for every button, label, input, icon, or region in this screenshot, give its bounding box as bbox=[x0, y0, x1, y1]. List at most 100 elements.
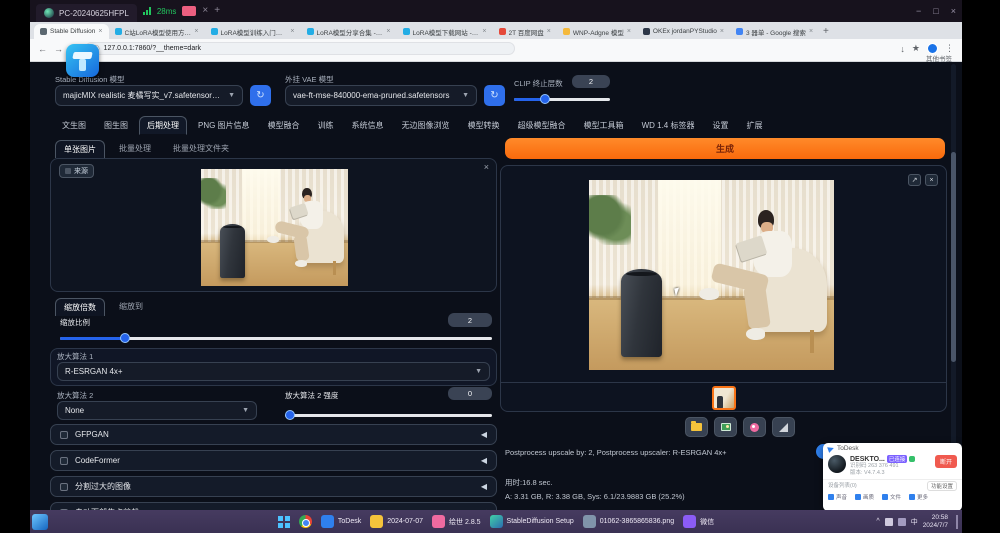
tab-system-info[interactable]: 系统信息 bbox=[345, 117, 391, 134]
browser-tab[interactable]: WNP-Adgne 模型× bbox=[557, 24, 637, 39]
browser-tab[interactable]: 3 器单 - Google 搜索× bbox=[730, 24, 819, 39]
window-maximize-button[interactable]: □ bbox=[933, 6, 938, 16]
taskbar-item-todesk[interactable]: ToDesk bbox=[321, 515, 361, 528]
tray-icon[interactable] bbox=[885, 518, 893, 526]
save-image-button[interactable] bbox=[714, 417, 737, 437]
taskbar-item-folder[interactable]: 2024-07-07 bbox=[370, 515, 423, 528]
upscaler2-strength-slider[interactable] bbox=[285, 414, 492, 417]
settings-button[interactable]: 功能设置 bbox=[927, 481, 957, 491]
disconnect-button[interactable]: 断开 bbox=[935, 455, 957, 468]
tab-close-icon[interactable]: × bbox=[98, 28, 102, 35]
tab-model-converter[interactable]: 模型转换 bbox=[461, 117, 507, 134]
tab-txt2img[interactable]: 文生图 bbox=[55, 117, 93, 134]
taskbar-item-wechat[interactable]: 微信 bbox=[683, 515, 714, 528]
taskbar-item-png-file[interactable]: 01062-3865865836.png bbox=[583, 515, 674, 528]
tab-close-icon[interactable]: × bbox=[290, 28, 294, 35]
back-icon[interactable]: ← bbox=[38, 44, 47, 54]
send-to-img2img-button[interactable] bbox=[743, 417, 766, 437]
tab-close-icon[interactable]: × bbox=[809, 28, 813, 35]
slider-knob[interactable] bbox=[120, 333, 130, 343]
subtab-batch-process[interactable]: 批量处理 bbox=[111, 140, 159, 158]
tab-scale-by[interactable]: 缩放倍数 bbox=[55, 298, 105, 316]
scale-value[interactable]: 2 bbox=[448, 313, 492, 327]
tab-checkpoint-merger[interactable]: 模型融合 bbox=[261, 117, 307, 134]
widgets-icon[interactable] bbox=[32, 514, 48, 530]
tab-super-merger[interactable]: 超级模型融合 bbox=[511, 117, 573, 134]
download-icon[interactable]: ↓ bbox=[900, 44, 905, 54]
tab-png-info[interactable]: PNG 图片信息 bbox=[191, 117, 257, 134]
subtab-single-image[interactable]: 单张图片 bbox=[55, 140, 105, 158]
call-icon[interactable] bbox=[909, 456, 915, 462]
tab-close-icon[interactable]: × bbox=[386, 28, 390, 35]
window-minimize-button[interactable]: − bbox=[916, 6, 921, 16]
quality-tool[interactable]: 画质 bbox=[855, 493, 874, 501]
clear-image-button[interactable]: × bbox=[484, 162, 489, 172]
tab-scale-to[interactable]: 缩放到 bbox=[111, 298, 151, 316]
new-tab-button[interactable]: + bbox=[823, 26, 829, 37]
result-image[interactable] bbox=[589, 180, 834, 370]
start-button[interactable] bbox=[278, 516, 283, 521]
vae-refresh-button[interactable]: ↻ bbox=[484, 85, 505, 106]
accordion-split-oversized[interactable]: 分割过大的图像 ◀ bbox=[50, 476, 497, 497]
sd-model-dropdown[interactable]: majicMIX realistic 麦橘写实_v7.safetensors [… bbox=[55, 85, 243, 106]
address-bar[interactable]: ⓘ 127.0.0.1:7860/?__theme=dark bbox=[85, 42, 515, 55]
scrollbar-thumb[interactable] bbox=[951, 152, 956, 362]
tab-extensions[interactable]: 扩展 bbox=[739, 117, 769, 134]
browser-tab[interactable]: 2T 百度网盘× bbox=[493, 24, 557, 39]
subtab-batch-folder[interactable]: 批量处理文件夹 bbox=[165, 140, 237, 158]
gallery-close-button[interactable]: × bbox=[925, 174, 938, 186]
source-image-preview[interactable] bbox=[201, 169, 348, 286]
accordion-auto-face-crop[interactable]: 自动面部焦点剪裁 ◀ bbox=[50, 502, 497, 510]
browser-tab-active[interactable]: Stable Diffusion × bbox=[34, 24, 109, 39]
generate-button[interactable]: 生成 bbox=[505, 138, 945, 159]
window-close-button[interactable]: × bbox=[951, 6, 956, 16]
clip-skip-slider[interactable] bbox=[514, 98, 610, 101]
open-output-folder-button[interactable] bbox=[685, 417, 708, 437]
more-tool[interactable]: 更多 bbox=[909, 493, 928, 501]
browser-tab[interactable]: OKEx jordanPYStudio× bbox=[637, 24, 730, 39]
show-desktop-sliver[interactable] bbox=[956, 515, 958, 529]
image-dropzone[interactable]: 来源 × bbox=[50, 158, 497, 292]
checkbox-icon[interactable] bbox=[60, 457, 68, 465]
file-transfer-tool[interactable]: 文件 bbox=[882, 493, 901, 501]
upscaler2-strength-value[interactable]: 0 bbox=[448, 387, 492, 400]
tray-expand-icon[interactable]: ^ bbox=[876, 518, 879, 525]
slider-knob[interactable] bbox=[285, 410, 295, 420]
taskbar-item-launcher[interactable]: 绘世 2.8.5 bbox=[432, 515, 481, 528]
scale-slider[interactable] bbox=[60, 337, 492, 340]
browser-tab[interactable]: LoRA模型训练入门教程 - 哔哩哔× bbox=[205, 24, 301, 39]
checkbox-icon[interactable] bbox=[60, 483, 68, 491]
browser-tab[interactable]: C站LoRA模型使用方法 - 哔哩哔× bbox=[109, 24, 205, 39]
tab-close-icon[interactable]: × bbox=[627, 28, 631, 35]
session-tab-close-icon[interactable]: × bbox=[202, 6, 208, 16]
thumbnail-selected[interactable] bbox=[712, 386, 736, 410]
tab-close-icon[interactable]: × bbox=[720, 28, 724, 35]
browser-tab[interactable]: LoRA模型分享合集 - 哔哩哔× bbox=[301, 24, 397, 39]
accordion-codeformer[interactable]: CodeFormer ◀ bbox=[50, 450, 497, 471]
chrome-taskbar-icon[interactable] bbox=[299, 515, 312, 528]
bookmark-star-icon[interactable]: ★ bbox=[912, 43, 920, 54]
taskbar-clock[interactable]: 20:58 2024/7/7 bbox=[923, 514, 948, 530]
clip-skip-value[interactable]: 2 bbox=[572, 75, 610, 88]
upscaler1-dropdown[interactable]: R-ESRGAN 4x+ ▼ bbox=[57, 362, 490, 381]
page-scrollbar[interactable] bbox=[951, 64, 956, 504]
tray-icon[interactable] bbox=[898, 518, 906, 526]
record-badge-icon[interactable] bbox=[182, 6, 196, 16]
tab-close-icon[interactable]: × bbox=[194, 28, 198, 35]
accordion-gfpgan[interactable]: GFPGAN ◀ bbox=[50, 424, 497, 445]
vae-dropdown[interactable]: vae-ft-mse-840000-ema-pruned.safetensors… bbox=[285, 85, 477, 106]
tab-close-icon[interactable]: × bbox=[482, 28, 486, 35]
forward-icon[interactable]: → bbox=[54, 44, 63, 54]
upscaler2-dropdown[interactable]: None ▼ bbox=[57, 401, 257, 420]
ime-indicator[interactable]: 中 bbox=[911, 517, 918, 527]
send-to-extras-button[interactable] bbox=[772, 417, 795, 437]
tab-model-toolkit[interactable]: 模型工具箱 bbox=[577, 117, 631, 134]
tab-settings[interactable]: 设置 bbox=[705, 117, 735, 134]
taskbar-item-sd-setup[interactable]: StableDiffusion Setup bbox=[490, 515, 574, 528]
tab-extras[interactable]: 后期处理 bbox=[139, 116, 187, 135]
slider-knob[interactable] bbox=[540, 94, 550, 104]
sd-model-refresh-button[interactable]: ↻ bbox=[250, 85, 271, 106]
tab-img2img[interactable]: 图生图 bbox=[97, 117, 135, 134]
tab-image-browser[interactable]: 无边图像浏览 bbox=[395, 117, 457, 134]
gallery-fullscreen-button[interactable]: ↗ bbox=[908, 174, 921, 186]
